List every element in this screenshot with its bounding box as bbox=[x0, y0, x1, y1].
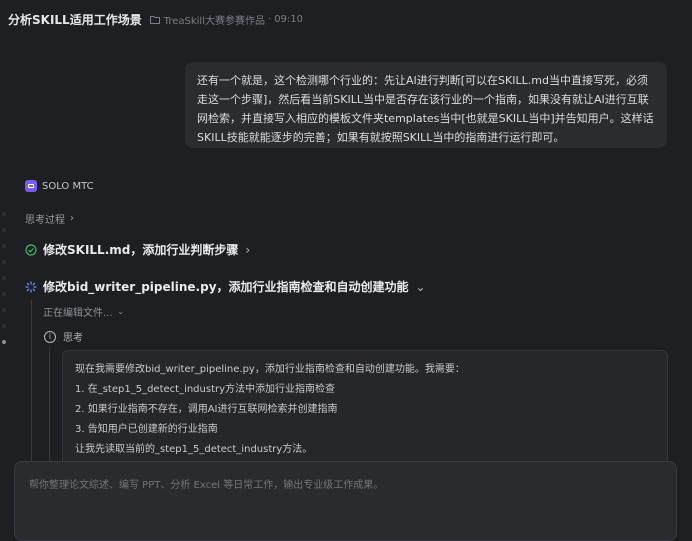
step-modify-skill-md[interactable]: 修改SKILL.md，添加行业判断步骤 › bbox=[25, 241, 250, 258]
breadcrumb[interactable]: TreaSkill大赛参赛作品 · 09:10 bbox=[149, 12, 304, 27]
scroll-dot[interactable] bbox=[2, 308, 6, 312]
thinking-process-toggle[interactable]: 思考过程 › bbox=[25, 211, 74, 226]
message-input[interactable] bbox=[29, 476, 662, 498]
agent-header: SOLO MTC bbox=[25, 180, 94, 192]
editing-status[interactable]: 正在编辑文件... ⌄ bbox=[43, 304, 124, 319]
scroll-dot[interactable] bbox=[2, 212, 6, 216]
scroll-dot[interactable] bbox=[2, 292, 6, 296]
thinking-intro: 现在我需要修改bid_writer_pipeline.py，添加行业指南检查和自… bbox=[75, 364, 465, 375]
thinking-list: 1. 在_step1_5_detect_industry方法中添加行业指南检查 … bbox=[75, 380, 655, 440]
chevron-down-icon: ⌄ bbox=[117, 307, 125, 316]
thinking-outro: 让我先读取当前的_step1_5_detect_industry方法。 bbox=[75, 444, 313, 455]
breadcrumb-separator: · bbox=[268, 13, 272, 25]
editing-label: 正在编辑文件... bbox=[43, 308, 113, 319]
step-label: 修改SKILL.md，添加行业判断步骤 bbox=[43, 243, 239, 257]
scroll-dot[interactable] bbox=[2, 324, 6, 328]
thinking-header[interactable]: i 思考 bbox=[44, 329, 83, 344]
scroll-dot-active[interactable] bbox=[2, 340, 6, 344]
info-icon: i bbox=[44, 330, 56, 343]
thinking-connector-line bbox=[49, 346, 50, 466]
user-message-text: 还有一个就是，这个检测哪个行业的：先让AI进行判断[可以在SKILL.md当中直… bbox=[197, 74, 654, 144]
list-item: 3. 告知用户已创建新的行业指南 bbox=[75, 424, 218, 435]
scroll-dot[interactable] bbox=[2, 228, 6, 232]
check-circle-icon bbox=[25, 243, 37, 256]
scroll-dot[interactable] bbox=[2, 260, 6, 264]
loading-spinner-icon bbox=[25, 280, 37, 293]
thinking-process-label: 思考过程 bbox=[25, 215, 65, 226]
chevron-right-icon: › bbox=[245, 242, 251, 257]
folder-icon bbox=[149, 15, 160, 24]
step-label: 修改bid_writer_pipeline.py，添加行业指南检查和自动创建功能 bbox=[43, 280, 409, 294]
user-message: 还有一个就是，这个检测哪个行业的：先让AI进行判断[可以在SKILL.md当中直… bbox=[185, 62, 667, 148]
scroll-indicator[interactable] bbox=[2, 212, 8, 356]
step-modify-pipeline[interactable]: 修改bid_writer_pipeline.py，添加行业指南检查和自动创建功能… bbox=[25, 278, 426, 295]
step-connector-line bbox=[31, 300, 32, 465]
chevron-down-icon: ⌄ bbox=[415, 279, 426, 294]
composer[interactable] bbox=[14, 461, 677, 541]
agent-logo-icon bbox=[25, 180, 37, 192]
scroll-dot[interactable] bbox=[2, 244, 6, 248]
timestamp: 09:10 bbox=[274, 13, 304, 25]
scroll-dot[interactable] bbox=[2, 276, 6, 280]
agent-name: SOLO MTC bbox=[42, 180, 94, 192]
list-item: 1. 在_step1_5_detect_industry方法中添加行业指南检查 bbox=[75, 384, 336, 395]
folder-label: TreaSkill大赛参赛作品 bbox=[163, 15, 265, 27]
page-title: 分析SKILL适用工作场景 bbox=[8, 12, 142, 27]
list-item: 2. 如果行业指南不存在，调用AI进行互联网检索并创建指南 bbox=[75, 404, 338, 415]
title-bar: 分析SKILL适用工作场景 TreaSkill大赛参赛作品 · 09:10 bbox=[0, 0, 692, 38]
chevron-right-icon: › bbox=[70, 213, 74, 224]
thinking-content: 现在我需要修改bid_writer_pipeline.py，添加行业指南检查和自… bbox=[62, 350, 668, 465]
thinking-label: 思考 bbox=[63, 333, 83, 344]
